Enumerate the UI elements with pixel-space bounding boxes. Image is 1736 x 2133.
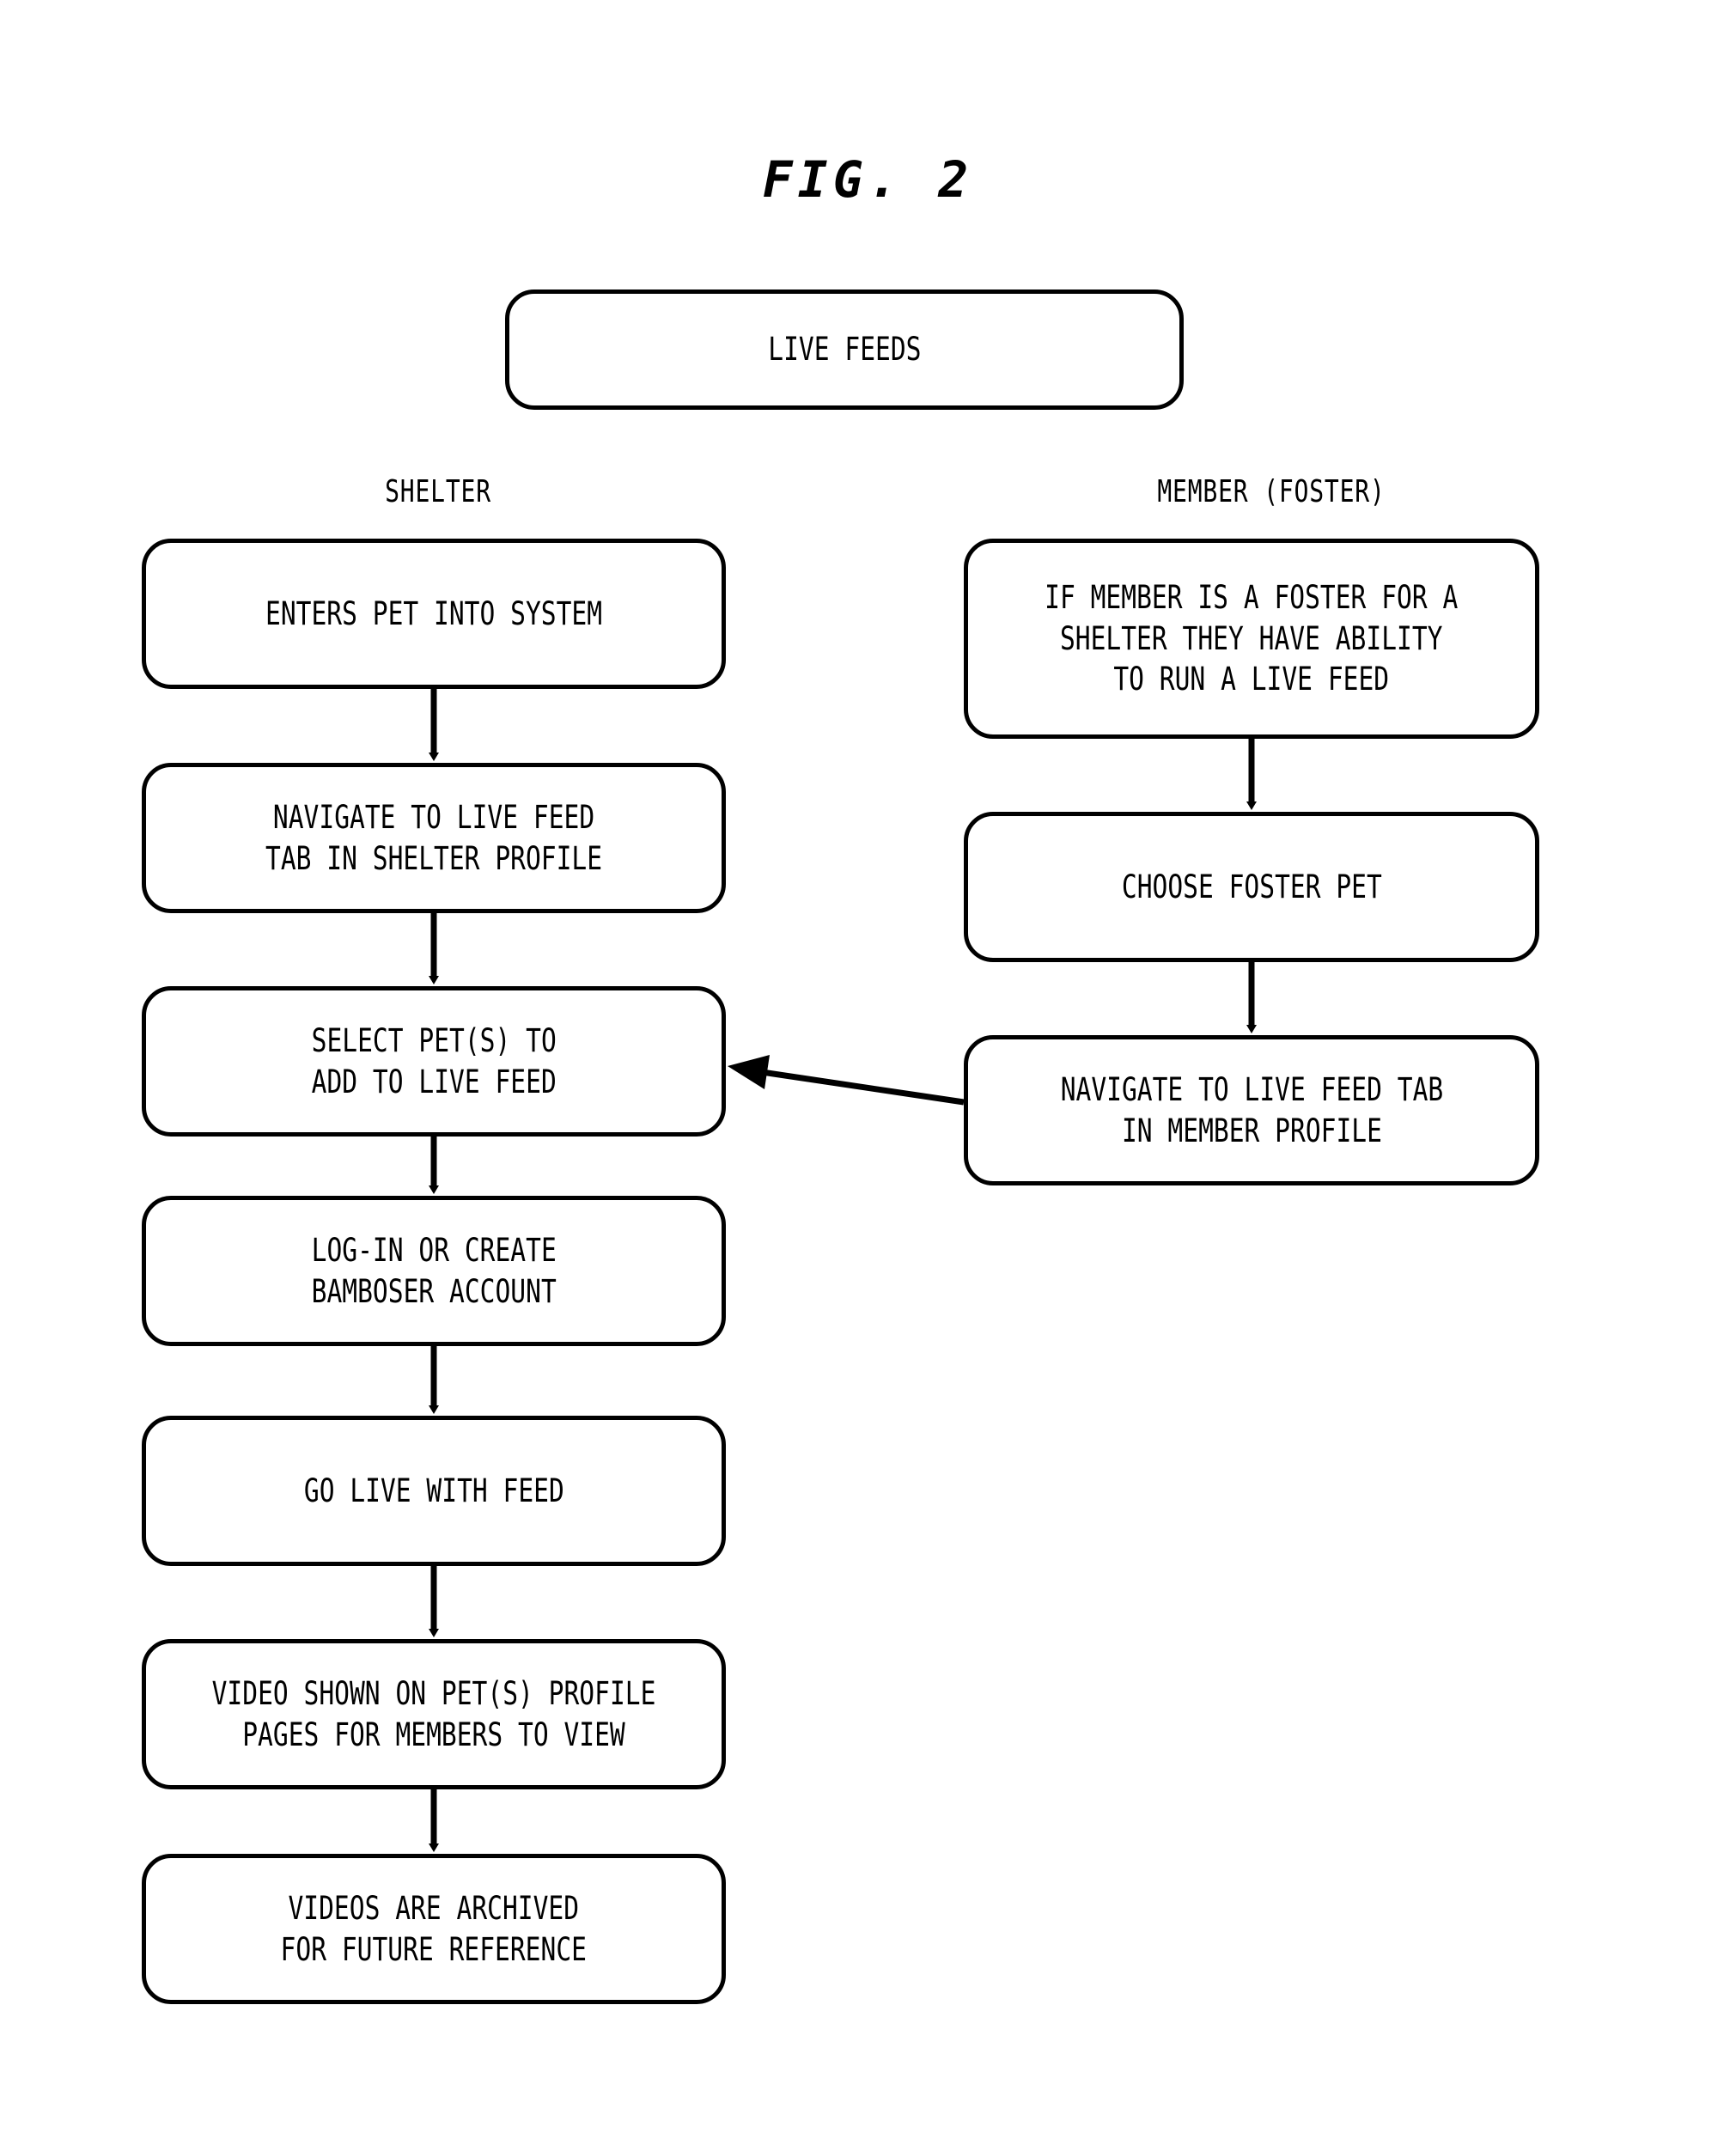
node-videos-are-archived: VIDEOS ARE ARCHIVED FOR FUTURE REFERENCE xyxy=(142,1854,726,2004)
node-live-feeds-label: LIVE FEEDS xyxy=(767,331,922,369)
node-enters-pet-into-system-label: ENTERS PET INTO SYSTEM xyxy=(265,594,603,632)
node-choose-foster-pet-label: CHOOSE FOSTER PET xyxy=(1121,868,1382,905)
node-enters-pet-into-system: ENTERS PET INTO SYSTEM xyxy=(142,539,726,689)
node-live-feeds: LIVE FEEDS xyxy=(505,289,1184,410)
node-select-pets-to-add-label: SELECT PET(S) TO ADD TO LIVE FEED xyxy=(311,1022,557,1100)
node-video-shown-on-profile: VIDEO SHOWN ON PET(S) PROFILE PAGES FOR … xyxy=(142,1639,726,1789)
node-navigate-live-feed-tab-shelter-label: NAVIGATE TO LIVE FEED TAB IN SHELTER PRO… xyxy=(265,799,603,877)
node-video-shown-on-profile-label: VIDEO SHOWN ON PET(S) PROFILE PAGES FOR … xyxy=(211,1675,656,1753)
column-label-shelter: SHELTER xyxy=(385,474,491,509)
patent-figure: FIG. 2 LIVE FEEDS SHELTER MEMBER (FOSTER… xyxy=(0,0,1736,2133)
node-select-pets-to-add: SELECT PET(S) TO ADD TO LIVE FEED xyxy=(142,986,726,1137)
node-navigate-live-feed-tab-member-label: NAVIGATE TO LIVE FEED TAB IN MEMBER PROF… xyxy=(1060,1071,1443,1149)
node-go-live-with-feed-label: GO LIVE WITH FEED xyxy=(303,1472,564,1509)
column-label-member: MEMBER (FOSTER) xyxy=(1157,474,1386,509)
connector-member-3-to-shelter-3 xyxy=(728,1055,965,1106)
node-navigate-live-feed-tab-shelter: NAVIGATE TO LIVE FEED TAB IN SHELTER PRO… xyxy=(142,763,726,913)
node-log-in-or-create-account-label: LOG-IN OR CREATE BAMBOSER ACCOUNT xyxy=(311,1232,557,1310)
node-if-member-is-foster: IF MEMBER IS A FOSTER FOR A SHELTER THEY… xyxy=(964,539,1539,739)
node-if-member-is-foster-label: IF MEMBER IS A FOSTER FOR A SHELTER THEY… xyxy=(1045,579,1459,698)
figure-title: FIG. 2 xyxy=(762,150,974,209)
node-choose-foster-pet: CHOOSE FOSTER PET xyxy=(964,812,1539,962)
node-go-live-with-feed: GO LIVE WITH FEED xyxy=(142,1416,726,1566)
node-navigate-live-feed-tab-member: NAVIGATE TO LIVE FEED TAB IN MEMBER PROF… xyxy=(964,1035,1539,1185)
node-videos-are-archived-label: VIDEOS ARE ARCHIVED FOR FUTURE REFERENCE xyxy=(280,1890,588,1968)
node-log-in-or-create-account: LOG-IN OR CREATE BAMBOSER ACCOUNT xyxy=(142,1196,726,1346)
